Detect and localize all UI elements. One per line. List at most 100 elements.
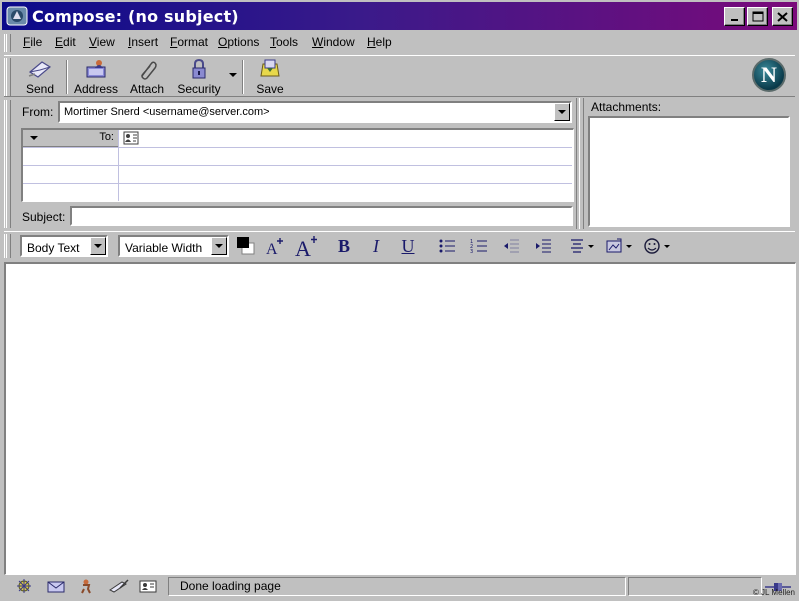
paragraph-style-select[interactable]: Body Text	[20, 235, 108, 257]
composer-icon[interactable]	[108, 578, 130, 594]
paragraph-style-dropdown[interactable]	[90, 237, 106, 255]
save-button[interactable]: Save	[250, 58, 290, 96]
menu-format[interactable]: Format	[170, 35, 208, 49]
mail-icon[interactable]	[46, 578, 66, 594]
indent-icon	[536, 239, 551, 253]
minimize-button[interactable]	[724, 7, 745, 26]
font-size-smaller-icon: A	[266, 238, 283, 256]
insert-object-button[interactable]	[604, 236, 636, 256]
header-grip[interactable]	[4, 100, 11, 228]
menu-insert[interactable]: Insert	[128, 35, 158, 49]
smiley-icon	[644, 238, 670, 254]
status-text: Done loading page	[180, 579, 281, 593]
font-size-larger-icon: A	[295, 236, 317, 257]
numbered-list-button[interactable]: 1 2 3	[468, 236, 490, 256]
chevron-down-icon	[215, 244, 223, 248]
bullet-list-icon	[439, 239, 455, 253]
decrease-indent-button[interactable]	[500, 236, 522, 256]
attachments-list[interactable]	[588, 116, 790, 227]
lock-icon	[192, 58, 206, 79]
attachments-label: Attachments:	[591, 100, 662, 114]
address-book-status-icon[interactable]	[138, 578, 158, 594]
window-title: Compose: (no subject)	[32, 6, 239, 26]
save-icon	[260, 59, 280, 77]
from-select[interactable]: Mortimer Snerd <username@server.com>	[58, 101, 572, 123]
toolbar-separator	[242, 60, 244, 94]
title-bar[interactable]: Compose: (no subject)	[2, 2, 797, 30]
from-label: From:	[22, 105, 54, 119]
menu-file[interactable]: File	[23, 35, 42, 49]
menu-window[interactable]: Window	[312, 35, 355, 49]
status-bar: Done loading page © JL Mellen	[4, 576, 795, 597]
toolbar-separator	[66, 60, 68, 94]
decrease-font-size-button[interactable]: A	[294, 236, 320, 257]
send-icon	[28, 61, 52, 78]
navigator-icon[interactable]	[14, 578, 34, 594]
bullet-list-button[interactable]	[436, 236, 458, 256]
chevron-down-icon	[229, 73, 237, 77]
menu-view[interactable]: View	[89, 35, 115, 49]
address-button[interactable]: Address	[74, 58, 118, 96]
security-button[interactable]: Security	[176, 58, 222, 96]
address-book-icon	[86, 60, 106, 78]
progress-panel	[628, 577, 762, 596]
insert-image-icon	[606, 238, 632, 253]
increase-font-size-button[interactable]: A	[264, 236, 286, 256]
message-body-editor[interactable]	[4, 262, 796, 575]
menu-bar: File Edit View Insert Format Options Too…	[4, 32, 795, 54]
recipient-row[interactable]	[23, 130, 572, 148]
chevron-down-icon	[94, 244, 102, 248]
message-header: From: Mortimer Snerd <username@server.co…	[4, 98, 795, 231]
netscape-logo[interactable]: N	[752, 58, 786, 92]
menu-bar-grip[interactable]	[4, 34, 11, 52]
save-label: Save	[256, 82, 284, 96]
alignment-button[interactable]	[568, 236, 598, 256]
recipient-row[interactable]	[23, 148, 572, 166]
send-label: Send	[25, 82, 55, 96]
chevron-down-icon	[558, 110, 566, 114]
increase-indent-button[interactable]	[532, 236, 554, 256]
svg-text:A: A	[266, 241, 278, 256]
instant-messenger-icon[interactable]	[76, 578, 96, 594]
format-toolbar-grip[interactable]	[4, 234, 11, 258]
send-button[interactable]: Send	[20, 58, 60, 96]
composer-app-icon[interactable]	[6, 5, 28, 27]
subject-input[interactable]	[70, 206, 573, 226]
security-dropdown-arrow[interactable]	[229, 73, 237, 77]
close-button[interactable]	[772, 7, 793, 26]
from-dropdown-button[interactable]	[554, 103, 570, 121]
svg-text:3: 3	[470, 249, 473, 254]
attach-button[interactable]: Attach	[127, 58, 167, 96]
bold-button[interactable]: B	[334, 236, 354, 256]
close-icon	[777, 11, 788, 22]
attach-label: Attach	[129, 82, 165, 96]
recipient-row[interactable]	[23, 184, 572, 202]
outdent-icon	[504, 239, 519, 253]
italic-button[interactable]: I	[366, 236, 386, 256]
address-label: Address	[74, 82, 119, 96]
menu-help[interactable]: Help	[367, 35, 392, 49]
recipient-row[interactable]	[23, 166, 572, 184]
maximize-icon	[752, 11, 763, 22]
paragraph-style-value: Body Text	[27, 241, 80, 255]
recipient-list[interactable]: To:	[21, 128, 574, 202]
menu-options[interactable]: Options	[218, 35, 259, 49]
underline-button[interactable]: U	[398, 236, 418, 256]
format-toolbar: Body Text Variable Width A A B I U 1 2 3	[4, 231, 795, 259]
menu-tools[interactable]: Tools	[270, 35, 298, 49]
font-value: Variable Width	[125, 241, 203, 255]
toolbar-grip[interactable]	[4, 58, 11, 96]
maximize-button[interactable]	[747, 7, 768, 26]
security-label: Security	[177, 82, 221, 96]
paperclip-icon	[141, 61, 157, 80]
attachments-splitter[interactable]	[576, 98, 584, 229]
menu-edit[interactable]: Edit	[55, 35, 76, 49]
align-center-icon	[571, 239, 594, 253]
font-dropdown[interactable]	[211, 237, 227, 255]
font-select[interactable]: Variable Width	[118, 235, 229, 257]
numbered-list-icon: 1 2 3	[470, 239, 487, 254]
copyright-text: © JL Mellen	[752, 588, 795, 597]
subject-label: Subject:	[22, 210, 66, 224]
text-color-button[interactable]	[235, 236, 257, 256]
smiley-button[interactable]	[642, 236, 674, 256]
